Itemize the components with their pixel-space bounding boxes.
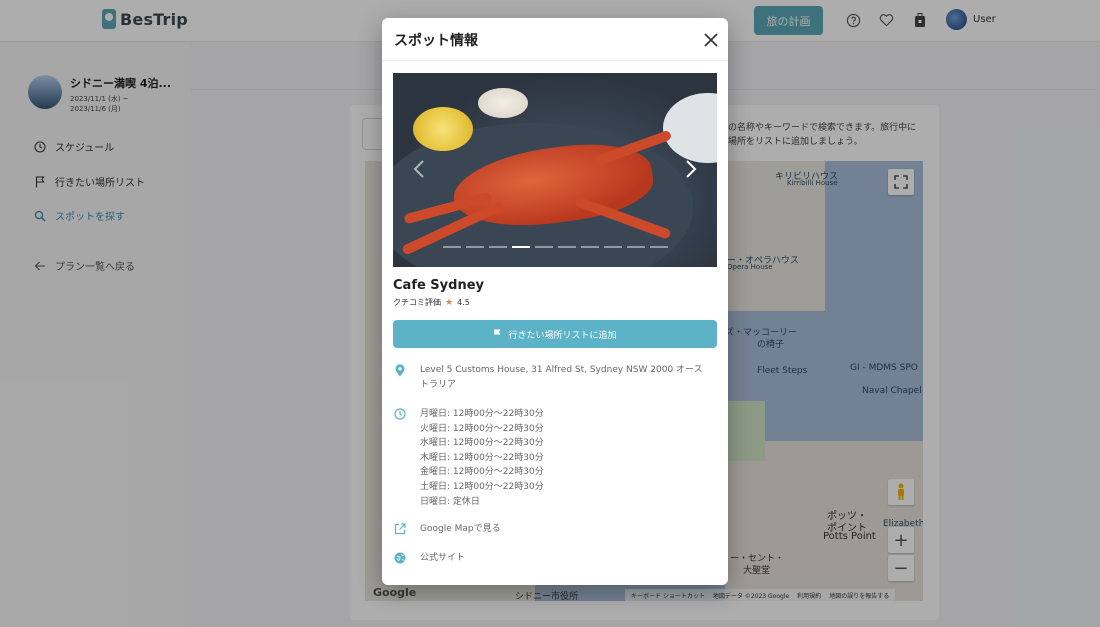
flag-icon xyxy=(494,329,501,339)
carousel-dot[interactable] xyxy=(466,246,484,248)
location-pin-icon xyxy=(394,364,406,377)
google-map-row[interactable]: Google Mapで見る xyxy=(394,522,501,537)
carousel-dot[interactable] xyxy=(489,246,507,248)
hours-line: 日曜日: 定休日 xyxy=(420,496,480,507)
carousel-dot[interactable] xyxy=(627,246,645,248)
hours-line: 水曜日: 12時00分～22時30分 xyxy=(420,438,544,449)
hours-line: 木曜日: 12時00分～22時30分 xyxy=(420,452,544,463)
external-link-icon xyxy=(394,523,406,535)
official-site-link[interactable]: 公式サイト xyxy=(420,551,465,566)
address-text: Level 5 Customs House, 31 Alfred St, Syd… xyxy=(420,365,703,390)
globe-icon xyxy=(394,552,406,564)
carousel-dot[interactable] xyxy=(443,246,461,248)
modal-title: スポット情報 xyxy=(394,33,478,49)
hours-row: 月曜日: 12時00分～22時30分 火曜日: 12時00分～22時30分 水曜… xyxy=(394,407,544,509)
carousel-indicators xyxy=(443,246,668,248)
rating-value: 4.5 xyxy=(457,298,470,307)
photo-lemon xyxy=(413,107,473,151)
hours-line: 土曜日: 12時00分～22時30分 xyxy=(420,481,544,492)
spot-info-modal: スポット情報 Cafe Sydney クチコミ評価 ★ 4.5 行きたい場所リス… xyxy=(382,18,728,585)
carousel-dot[interactable] xyxy=(650,246,668,248)
carousel-dot[interactable] xyxy=(535,246,553,248)
add-to-wishlist-button[interactable]: 行きたい場所リストに追加 xyxy=(393,320,717,348)
rating-label: クチコミ評価 xyxy=(393,298,441,307)
opening-hours: 月曜日: 12時00分～22時30分 火曜日: 12時00分～22時30分 水曜… xyxy=(420,407,544,509)
add-to-wishlist-label: 行きたい場所リストに追加 xyxy=(508,330,617,341)
carousel-dot[interactable] xyxy=(512,246,530,248)
photo-sauce xyxy=(478,88,528,118)
carousel-dot[interactable] xyxy=(604,246,622,248)
chevron-left-icon[interactable] xyxy=(413,159,425,179)
close-icon[interactable] xyxy=(703,32,719,48)
hours-line: 月曜日: 12時00分～22時30分 xyxy=(420,409,544,419)
spot-name: Cafe Sydney xyxy=(393,278,484,293)
address-row: Level 5 Customs House, 31 Alfred St, Syd… xyxy=(394,363,710,392)
carousel-dot[interactable] xyxy=(558,246,576,248)
hours-line: 火曜日: 12時00分～22時30分 xyxy=(420,423,544,434)
modal-header: スポット情報 xyxy=(382,18,728,61)
chevron-right-icon[interactable] xyxy=(685,159,697,179)
official-site-row[interactable]: 公式サイト xyxy=(394,551,465,566)
google-map-link[interactable]: Google Mapで見る xyxy=(420,522,501,537)
rating-row: クチコミ評価 ★ 4.5 xyxy=(393,297,470,308)
carousel-dot[interactable] xyxy=(581,246,599,248)
hours-line: 金曜日: 12時00分～22時30分 xyxy=(420,467,544,478)
clock-icon xyxy=(394,408,406,420)
star-icon: ★ xyxy=(445,297,454,308)
photo-carousel[interactable] xyxy=(393,73,717,267)
